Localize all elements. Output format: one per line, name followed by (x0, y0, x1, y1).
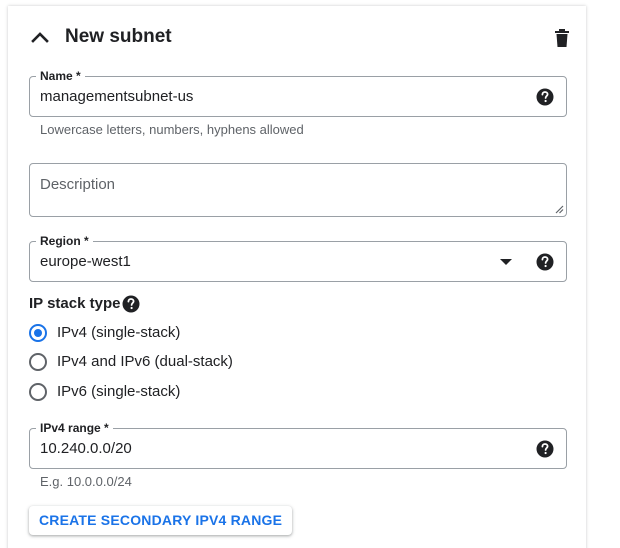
description-input[interactable]: Description (40, 175, 115, 195)
ipv4-range-hint: E.g. 10.0.0.0/24 (40, 474, 132, 489)
region-select[interactable]: Region * europe-west1 (29, 233, 567, 282)
radio-ipv4-ipv6-dual[interactable]: IPv4 and IPv6 (dual-stack) (29, 351, 329, 373)
name-hint: Lowercase letters, numbers, hyphens allo… (40, 122, 304, 137)
chevron-up-icon (31, 32, 49, 43)
new-subnet-card: New subnet Name * managementsubnet-us Lo… (8, 6, 586, 548)
name-field[interactable]: Name * managementsubnet-us (29, 68, 567, 117)
ipv4-range-label: IPv4 range * (36, 420, 113, 436)
name-field-label: Name * (36, 68, 85, 84)
caret-down-icon[interactable] (500, 259, 512, 265)
region-field-label: Region * (36, 233, 93, 249)
radio-label: IPv6 (single-stack) (57, 383, 181, 400)
radio-label: IPv4 (single-stack) (57, 324, 181, 341)
resize-handle-icon[interactable] (554, 204, 564, 214)
ipv4-range-input[interactable]: 10.240.0.0/20 (40, 439, 520, 459)
radio-ipv6-single[interactable]: IPv6 (single-stack) (29, 381, 329, 403)
page-title: New subnet (65, 26, 172, 47)
help-circle-icon[interactable] (535, 252, 555, 272)
ipv4-range-field[interactable]: IPv4 range * 10.240.0.0/20 (29, 420, 567, 469)
radio-button[interactable] (29, 383, 47, 401)
help-circle-icon[interactable] (535, 87, 555, 107)
radio-button-checked[interactable] (29, 324, 47, 342)
radio-ipv4-single[interactable]: IPv4 (single-stack) (29, 322, 329, 344)
delete-subnet-button[interactable] (550, 26, 574, 50)
create-secondary-range-button[interactable]: CREATE SECONDARY IPV4 RANGE (29, 506, 293, 535)
ip-stack-type-label: IP stack type (29, 294, 120, 314)
radio-label: IPv4 and IPv6 (dual-stack) (57, 353, 233, 370)
collapse-button[interactable] (28, 26, 52, 50)
help-circle-icon[interactable] (535, 439, 555, 459)
subnet-header: New subnet (28, 24, 569, 52)
trash-icon (555, 29, 569, 47)
region-value[interactable]: europe-west1 (40, 252, 520, 272)
help-circle-icon[interactable] (121, 294, 141, 314)
description-field[interactable]: Description (29, 163, 567, 217)
radio-button[interactable] (29, 353, 47, 371)
ip-stack-type-text: IP stack type (29, 295, 121, 312)
name-input[interactable]: managementsubnet-us (40, 87, 520, 107)
